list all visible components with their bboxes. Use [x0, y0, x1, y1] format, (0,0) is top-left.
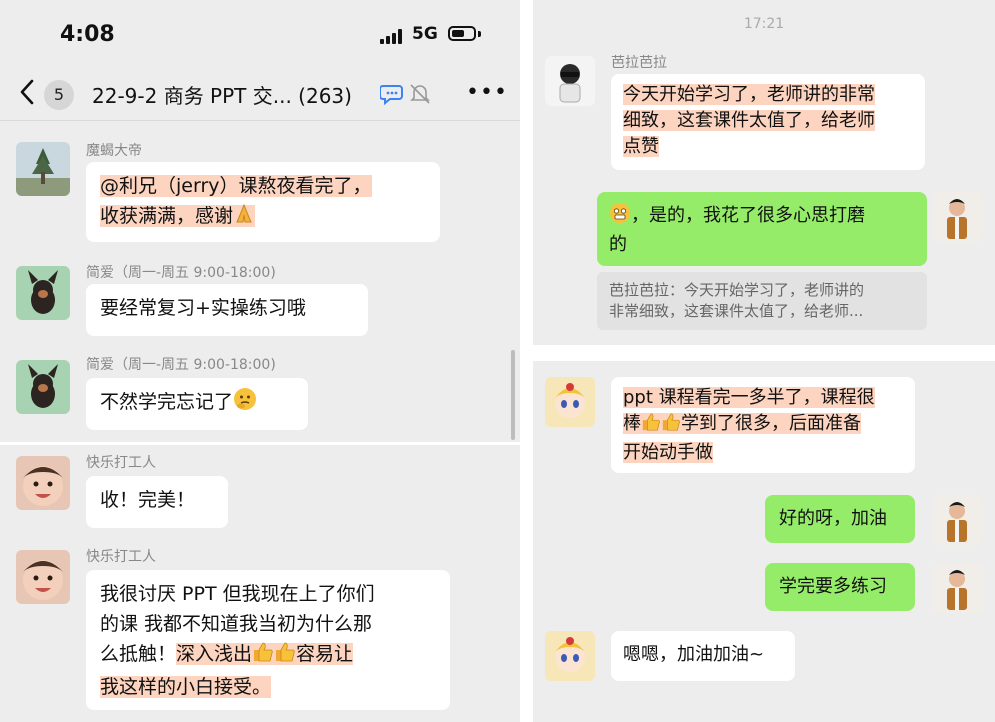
quote-text: 芭拉芭拉：今天开始学习了，老师讲的	[609, 281, 865, 299]
battery-icon	[448, 26, 476, 41]
message-text: 不然学完忘记了	[100, 391, 234, 413]
thumbs-up-icon	[661, 412, 681, 440]
more-dots-icon[interactable]: •••	[466, 80, 508, 105]
message-text: 收！完美！	[100, 489, 196, 511]
message-text: 要经常复习+实操练习哦	[100, 297, 306, 319]
grimace-face-icon	[609, 202, 631, 232]
avatar[interactable]	[545, 631, 595, 681]
avatar[interactable]	[545, 377, 595, 427]
chat-bubble-icon	[380, 85, 403, 106]
sender-name: 魔蝎大帝	[86, 143, 142, 159]
avatar[interactable]	[545, 56, 595, 106]
message-text: @利兄（jerry）课熬夜看完了，	[100, 175, 372, 197]
message-text: 我很讨厌 PPT 但我现在上了你们	[100, 583, 375, 605]
avatar[interactable]	[933, 495, 983, 545]
message-bubble[interactable]: @利兄（jerry）课熬夜看完了， 收获满满，感谢	[86, 162, 440, 242]
avatar[interactable]	[933, 563, 983, 613]
message-text: 学到了很多，后面准备	[681, 413, 861, 434]
message-bubble[interactable]: 今天开始学习了，老师讲的非常 细致，这套课件太值了，给老师 点赞	[611, 74, 925, 170]
chat-screenshot-bottom: ppt 课程看完一多半了，课程很 棒 学到了很多，后面准备 开始动手做 好的呀，加…	[533, 361, 995, 722]
quote-text: 非常细致，这套课件太值了，给老师...	[609, 302, 864, 320]
message-text: 的	[609, 234, 627, 255]
message-bubble[interactable]: 嗯嗯，加油加油~	[611, 631, 795, 681]
status-bar: 4:08 5G	[0, 0, 520, 70]
divider	[0, 442, 520, 445]
sender-name: 简爱（周一-周五 9:00-18:00)	[86, 265, 276, 281]
group-chat-screenshot: 4:08 5G 5 22-9-2 商务 PPT 交... (263) ••• 魔…	[0, 0, 520, 722]
message-text: 收获满满，感谢	[100, 205, 234, 227]
network-type: 5G	[412, 24, 438, 44]
message-text: 我这样的小白接受。	[100, 676, 272, 698]
clock: 4:08	[60, 22, 115, 47]
message-text: 好的呀，加油	[779, 508, 887, 529]
thinking-face-icon	[233, 387, 257, 420]
chat-header: 5 22-9-2 商务 PPT 交... (263) •••	[0, 68, 520, 121]
message-text: ，是的，我花了很多心思打磨	[631, 205, 865, 226]
sender-name: 快乐打工人	[86, 549, 156, 565]
avatar[interactable]	[16, 550, 70, 604]
message-text: 嗯嗯，加油加油~	[623, 644, 765, 665]
message-text: 深入浅出	[176, 643, 253, 665]
sender-name: 简爱（周一-周五 9:00-18:00)	[86, 357, 276, 373]
thumbs-up-icon	[274, 641, 296, 672]
sender-name: 快乐打工人	[86, 455, 156, 471]
back-chevron-icon[interactable]	[18, 78, 38, 106]
message-text: 么抵触！	[100, 643, 177, 665]
own-message-bubble[interactable]: 学完要多练习	[765, 563, 915, 611]
message-text: 的课 我都不知道我当初为什么那	[100, 613, 373, 635]
timestamp: 17:21	[743, 16, 785, 32]
message-text: 细致，这套课件太值了，给老师	[623, 110, 875, 131]
chat-title[interactable]: 22-9-2 商务 PPT 交... (263)	[92, 80, 352, 109]
avatar[interactable]	[933, 192, 983, 242]
unread-badge[interactable]: 5	[44, 80, 74, 110]
quoted-message[interactable]: 芭拉芭拉：今天开始学习了，老师讲的 非常细致，这套课件太值了，给老师...	[597, 272, 927, 330]
thumbs-up-icon	[252, 641, 274, 672]
message-text: 容易让	[296, 643, 354, 665]
message-bubble[interactable]: 要经常复习+实操练习哦	[86, 284, 368, 336]
chat-screenshot-top: 17:21 芭拉芭拉 今天开始学习了，老师讲的非常 细致，这套课件太值了，给老师…	[533, 0, 995, 345]
message-text: 点赞	[623, 136, 659, 157]
message-bubble[interactable]: ppt 课程看完一多半了，课程很 棒 学到了很多，后面准备 开始动手做	[611, 377, 915, 473]
signal-icon	[380, 28, 408, 44]
message-text: 开始动手做	[623, 442, 713, 463]
avatar[interactable]	[16, 456, 70, 510]
avatar[interactable]	[16, 266, 70, 320]
message-bubble[interactable]: 我很讨厌 PPT 但我现在上了你们 的课 我都不知道我当初为什么那 么抵触！深入…	[86, 570, 450, 710]
thumbs-up-icon	[641, 412, 661, 440]
avatar[interactable]	[16, 142, 70, 196]
message-text: ppt 课程看完一多半了，课程很	[623, 387, 875, 408]
own-message-bubble[interactable]: ，是的，我花了很多心思打磨 的	[597, 192, 927, 266]
message-text: 今天开始学习了，老师讲的非常	[623, 84, 875, 105]
own-message-bubble[interactable]: 好的呀，加油	[765, 495, 915, 543]
battery-tip	[478, 31, 481, 37]
mute-bell-icon	[410, 84, 430, 104]
sender-name: 芭拉芭拉	[611, 55, 667, 71]
praying-hands-icon	[233, 203, 255, 234]
scrollbar[interactable]	[511, 350, 515, 440]
message-bubble[interactable]: 收！完美！	[86, 476, 228, 528]
avatar[interactable]	[16, 360, 70, 414]
message-bubble[interactable]: 不然学完忘记了	[86, 378, 308, 430]
message-text: 学完要多练习	[779, 576, 887, 597]
message-text: 棒	[623, 413, 641, 434]
